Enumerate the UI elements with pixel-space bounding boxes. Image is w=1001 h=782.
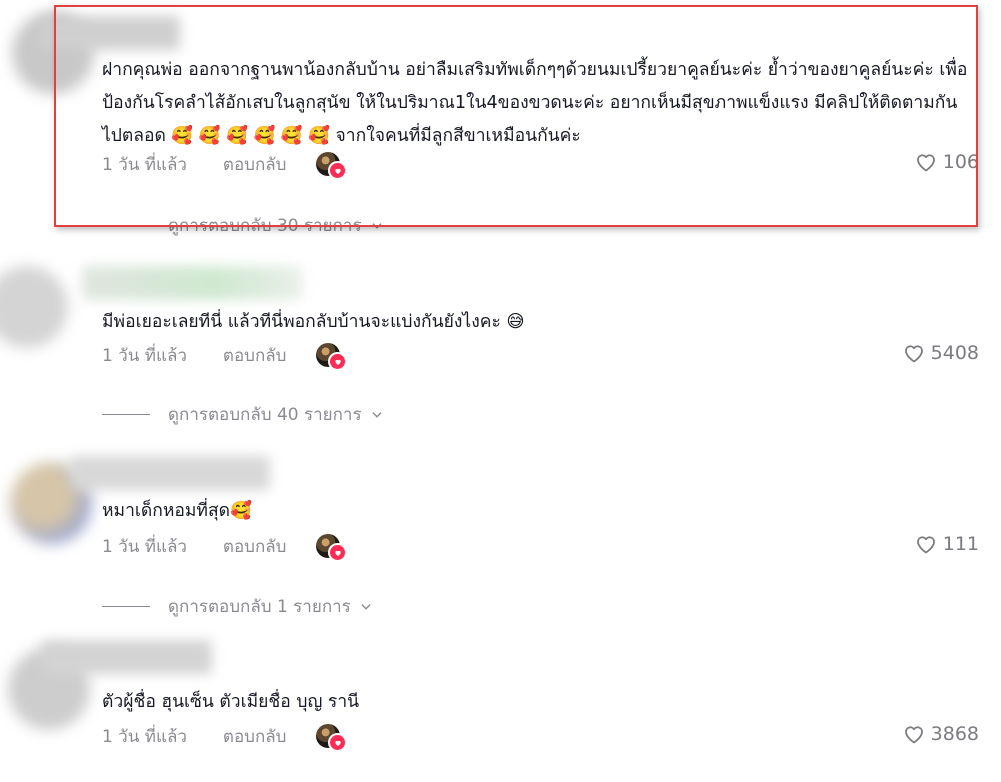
- comment-meta: 1 วัน ที่แล้ว ตอบกลับ: [102, 151, 348, 180]
- comment-meta: 1 วัน ที่แล้ว ตอบกลับ: [102, 342, 348, 371]
- creator-liked-badge-icon: [316, 724, 348, 752]
- heart-outline-icon: [916, 536, 935, 554]
- avatar[interactable]: [0, 266, 68, 348]
- view-replies-label: ดูการตอบกลับ 1 รายการ: [168, 597, 351, 617]
- comment-item: ฝากคุณพ่อ ออกจากฐานพาน้องกลับบ้าน อย่าลื…: [0, 0, 1001, 250]
- comment-time: 1 วัน ที่แล้ว: [102, 726, 187, 747]
- like-count: 5408: [930, 342, 979, 364]
- chevron-down-icon: [361, 603, 371, 610]
- creator-liked-badge-icon: [316, 343, 348, 371]
- username[interactable]: [82, 266, 302, 300]
- like-count: 111: [942, 533, 979, 555]
- view-replies-button[interactable]: ดูการตอบกลับ 1 รายการ: [102, 593, 373, 620]
- view-replies-button[interactable]: ดูการตอบกลับ 40 รายการ: [102, 401, 384, 428]
- creator-liked-badge-icon: [316, 534, 348, 562]
- like-button[interactable]: 111: [913, 532, 979, 556]
- reply-button[interactable]: ตอบกลับ: [223, 151, 287, 178]
- heart-outline-icon: [904, 726, 923, 744]
- view-replies-button[interactable]: ดูการตอบกลับ 30 รายการ: [102, 212, 384, 239]
- like-count: 3868: [930, 723, 979, 745]
- reply-button[interactable]: ตอบกลับ: [223, 342, 287, 369]
- like-button[interactable]: 3868: [901, 722, 979, 746]
- heart-outline-icon: [904, 345, 923, 363]
- username[interactable]: [70, 456, 270, 490]
- replies-divider: [102, 225, 150, 226]
- username[interactable]: [40, 16, 180, 50]
- comment-text: ฝากคุณพ่อ ออกจากฐานพาน้องกลับบ้าน อย่าลื…: [102, 60, 968, 146]
- comment-time: 1 วัน ที่แล้ว: [102, 536, 187, 557]
- like-button[interactable]: 5408: [901, 341, 979, 365]
- comment-text: ตัวผู้ชื่อ ฮุนเซ็น ตัวเมียชื่อ บุญ รานี: [102, 692, 360, 712]
- chevron-down-icon: [372, 222, 382, 229]
- replies-divider: [102, 606, 150, 607]
- view-replies-label: ดูการตอบกลับ 40 รายการ: [168, 405, 362, 425]
- comment-time: 1 วัน ที่แล้ว: [102, 154, 187, 175]
- comment-meta: 1 วัน ที่แล้ว ตอบกลับ: [102, 533, 348, 562]
- comment-text: มีพ่อเยอะเลยทีนี่ แล้วทีนี่พอกลับบ้านจะแ…: [102, 312, 525, 332]
- comment-item: มีพ่อเยอะเลยทีนี่ แล้วทีนี่พอกลับบ้านจะแ…: [0, 250, 1001, 440]
- creator-liked-badge-icon: [316, 152, 348, 180]
- chevron-down-icon: [372, 411, 382, 418]
- username[interactable]: [42, 640, 212, 674]
- comment-item: หมาเด็กหอมที่สุด🥰 1 วัน ที่แล้ว ตอบกลับ …: [0, 440, 1001, 630]
- heart-outline-icon: [916, 154, 935, 172]
- comment-item: ตัวผู้ชื่อ ฮุนเซ็น ตัวเมียชื่อ บุญ รานี …: [0, 630, 1001, 782]
- reply-button[interactable]: ตอบกลับ: [223, 533, 287, 560]
- replies-divider: [102, 414, 150, 415]
- comment-time: 1 วัน ที่แล้ว: [102, 345, 187, 366]
- view-replies-label: ดูการตอบกลับ 30 รายการ: [168, 216, 362, 236]
- comment-text: หมาเด็กหอมที่สุด🥰: [102, 501, 252, 521]
- like-count: 106: [942, 151, 979, 173]
- comment-meta: 1 วัน ที่แล้ว ตอบกลับ: [102, 723, 348, 752]
- like-button[interactable]: 106: [913, 150, 979, 174]
- reply-button[interactable]: ตอบกลับ: [223, 723, 287, 750]
